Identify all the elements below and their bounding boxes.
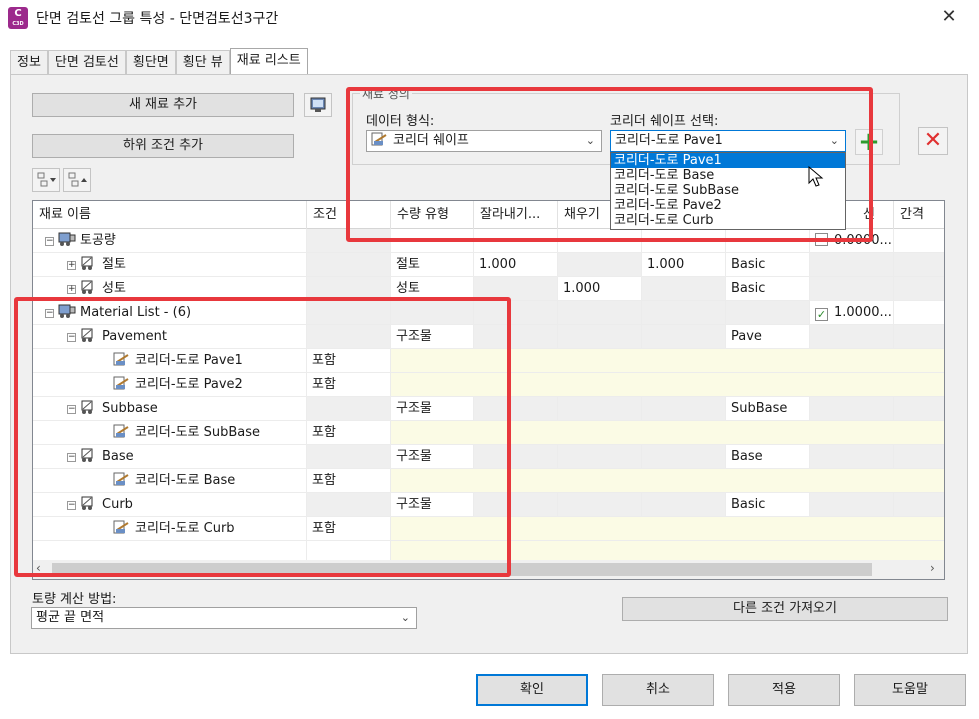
app-icon: C C3D xyxy=(8,7,28,29)
move-up-icon[interactable] xyxy=(63,168,91,192)
expand-icon[interactable]: + xyxy=(67,261,76,270)
close-icon[interactable]: ✕ xyxy=(934,2,964,32)
window-title: 단면 검토선 그룹 특성 - 단면검토선3구간 xyxy=(36,11,279,27)
import-criteria-button[interactable]: 다른 조건 가져오기 xyxy=(622,597,948,621)
ok-button[interactable]: 확인 xyxy=(476,674,588,706)
tab-info[interactable]: 정보 xyxy=(10,50,48,75)
tab-sections[interactable]: 횡단면 xyxy=(125,50,176,75)
add-material-button[interactable]: 새 재료 추가 xyxy=(32,93,294,117)
help-button[interactable]: 도움말 xyxy=(854,674,966,706)
collapse-icon[interactable]: − xyxy=(45,237,54,246)
chevron-down-icon: ⌄ xyxy=(400,611,410,624)
table-row[interactable]: + 절토 절토 1.000 1.000 Basic xyxy=(33,253,944,277)
apply-button[interactable]: 적용 xyxy=(728,674,840,706)
move-down-icon[interactable] xyxy=(32,168,60,192)
expand-icon[interactable]: + xyxy=(67,285,76,294)
volume-method-select[interactable]: 평균 끝 면적 ⌄ xyxy=(31,607,417,629)
material-icon xyxy=(81,280,93,294)
col-material-name[interactable]: 재료 이름 xyxy=(33,201,307,229)
highlight-box-shape-select xyxy=(346,87,873,242)
delete-icon[interactable]: ✕ xyxy=(918,127,948,155)
checkbox-checked[interactable]: ✓ xyxy=(815,308,828,321)
add-subcriteria-button[interactable]: 하위 조건 추가 xyxy=(32,134,294,158)
import-material-icon[interactable] xyxy=(304,93,332,117)
scroll-right-icon[interactable]: › xyxy=(930,561,935,575)
tab-strip: 정보 단면 검토선 횡단면 횡단 뷰 재료 리스트 xyxy=(10,48,308,75)
tab-sample-lines[interactable]: 단면 검토선 xyxy=(47,50,126,75)
cancel-button[interactable]: 취소 xyxy=(602,674,714,706)
volume-method-label: 토량 계산 방법: xyxy=(32,592,117,607)
tab-section-views[interactable]: 횡단 뷰 xyxy=(175,50,230,75)
tab-material-list[interactable]: 재료 리스트 xyxy=(229,48,308,75)
material-group-icon xyxy=(58,232,76,246)
material-icon xyxy=(81,256,93,270)
col-interval[interactable]: 간격 xyxy=(894,201,944,229)
highlight-box-material-tree xyxy=(14,297,511,577)
